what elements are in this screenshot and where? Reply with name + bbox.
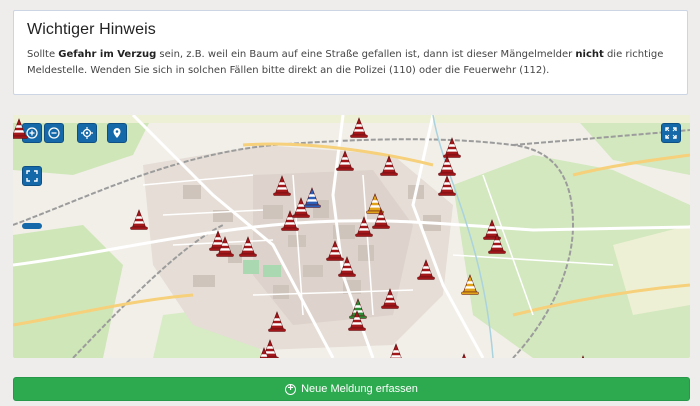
report-marker[interactable] bbox=[335, 150, 355, 172]
report-marker[interactable] bbox=[454, 353, 474, 358]
corners-icon bbox=[26, 170, 38, 182]
expand-icon bbox=[665, 127, 677, 139]
zoom-out-button[interactable] bbox=[44, 123, 64, 143]
notice-text: Sollte Gefahr im Verzug sein, z.B. weil … bbox=[27, 49, 664, 76]
report-marker[interactable] bbox=[487, 233, 507, 255]
create-report-label: Neue Meldung erfassen bbox=[301, 383, 418, 395]
traffic-cone-icon bbox=[462, 353, 466, 358]
important-notice: Wichtiger Hinweis Sollte Gefahr im Verzu… bbox=[13, 10, 688, 95]
fit-extent-button[interactable] bbox=[22, 166, 42, 186]
report-marker[interactable] bbox=[272, 175, 292, 197]
report-marker[interactable] bbox=[215, 236, 235, 258]
traffic-cone-icon bbox=[372, 208, 390, 229]
traffic-cone-icon bbox=[336, 150, 354, 171]
map-pin-icon bbox=[113, 128, 121, 138]
fullscreen-button[interactable] bbox=[661, 123, 681, 143]
traffic-cone-icon bbox=[130, 209, 148, 230]
traffic-cone-icon bbox=[273, 175, 291, 196]
traffic-cone-icon bbox=[268, 311, 286, 332]
traffic-cone-icon bbox=[338, 256, 356, 277]
traffic-cone-icon bbox=[461, 274, 479, 295]
add-marker-button[interactable] bbox=[107, 123, 127, 143]
traffic-cone-icon bbox=[438, 175, 456, 196]
report-marker[interactable] bbox=[380, 288, 400, 310]
notice-bold-danger: Gefahr im Verzug bbox=[58, 49, 157, 60]
report-marker[interactable] bbox=[386, 343, 406, 358]
create-report-button[interactable]: + Neue Meldung erfassen bbox=[13, 377, 690, 401]
traffic-cone-icon bbox=[381, 288, 399, 309]
traffic-cone-icon bbox=[239, 236, 257, 257]
report-marker[interactable] bbox=[337, 256, 357, 278]
report-marker[interactable] bbox=[129, 209, 149, 231]
notice-bold-not: nicht bbox=[575, 49, 604, 60]
report-marker[interactable] bbox=[437, 155, 457, 177]
report-marker[interactable] bbox=[416, 259, 436, 281]
report-marker[interactable] bbox=[280, 210, 300, 232]
zoom-slider-handle[interactable] bbox=[22, 223, 42, 229]
traffic-cone-icon bbox=[216, 236, 234, 257]
notice-title: Wichtiger Hinweis bbox=[27, 21, 156, 38]
traffic-cone-icon bbox=[281, 210, 299, 231]
minus-icon bbox=[48, 127, 60, 139]
report-marker[interactable] bbox=[13, 118, 29, 140]
plus-circle-icon: + bbox=[285, 383, 297, 395]
map-view[interactable] bbox=[13, 115, 690, 358]
report-marker[interactable] bbox=[349, 117, 369, 139]
traffic-cone-icon bbox=[13, 118, 28, 139]
traffic-cone-icon bbox=[350, 117, 368, 138]
traffic-cone-icon bbox=[348, 310, 366, 331]
traffic-cone-icon bbox=[438, 155, 456, 176]
traffic-cone-icon bbox=[259, 347, 269, 358]
report-marker[interactable] bbox=[254, 347, 274, 358]
report-marker[interactable] bbox=[437, 175, 457, 197]
traffic-cone-icon bbox=[380, 155, 398, 176]
traffic-cone-icon bbox=[417, 259, 435, 280]
report-marker[interactable] bbox=[371, 208, 391, 230]
report-marker[interactable] bbox=[379, 155, 399, 177]
report-marker[interactable] bbox=[347, 310, 367, 332]
traffic-cone-icon bbox=[488, 233, 506, 254]
report-marker[interactable] bbox=[238, 236, 258, 258]
traffic-cone-icon bbox=[390, 343, 402, 358]
report-marker[interactable] bbox=[460, 274, 480, 296]
report-marker[interactable] bbox=[267, 311, 287, 333]
traffic-cone-icon bbox=[581, 355, 585, 358]
locate-button[interactable] bbox=[77, 123, 97, 143]
report-marker[interactable] bbox=[573, 355, 593, 358]
crosshair-icon bbox=[81, 127, 93, 139]
